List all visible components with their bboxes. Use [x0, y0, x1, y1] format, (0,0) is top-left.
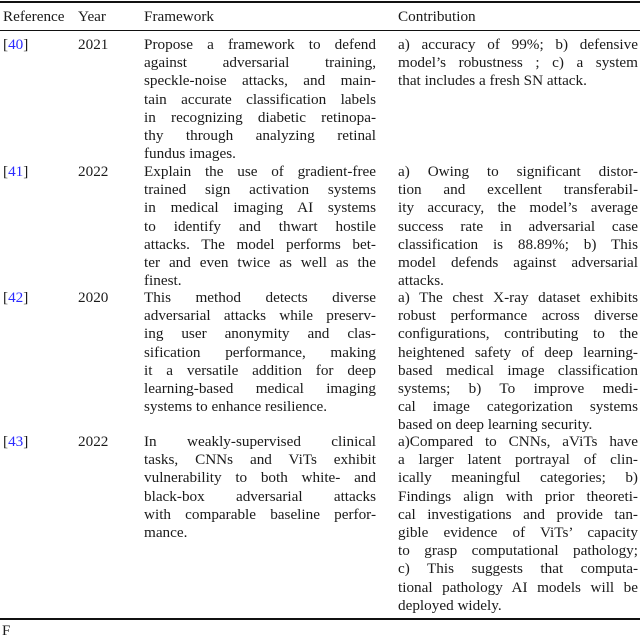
cell-text-line: cal investigations and provide tan- [398, 505, 638, 523]
table-row-framework: Explain the use of gradient-free trained … [144, 163, 376, 290]
cell-text-line: In weakly-supervised clinical [144, 433, 376, 450]
table-row-reference[interactable]: [43] [3, 433, 28, 451]
table-row-reference[interactable]: [42] [3, 289, 28, 307]
cell-text-line: sification performance, making [144, 343, 376, 361]
cell-text-line: based medical image classification [398, 361, 638, 379]
cell-text-line: speckle-noise attacks, and main- [144, 72, 376, 90]
cell-text-line: model defends against adversarial [398, 254, 638, 272]
table-row-year: 2020 [78, 289, 109, 306]
table-row-framework: Propose a framework to defend against adv… [144, 36, 376, 163]
cell-text-line: a)Compared to CNNs, aViTs have [398, 433, 638, 450]
cell-text-line: black-box adversarial attacks [144, 487, 376, 505]
table-row-reference[interactable]: [40] [3, 36, 28, 54]
cell-text-line: Findings align with prior theoreti- [398, 487, 638, 505]
table-header-rule [0, 30, 640, 31]
cell-text-line: success rate in adversarial case [398, 217, 638, 235]
citation-link[interactable]: 42 [8, 289, 23, 306]
cell-text-line: configurations, contributing to the [398, 325, 638, 343]
cell-text-line: that includes a fresh SN attack. [398, 72, 587, 90]
cell-text-line: ing user anonymity and clas- [144, 325, 376, 343]
header-reference: Reference [3, 8, 65, 25]
cell-text-line: systems to enhance resilience. [144, 398, 328, 416]
cell-text-line: trained sign activation systems [144, 181, 376, 199]
header-framework: Framework [144, 8, 215, 25]
cell-text-line: a) accuracy of 99%; b) defensive [398, 36, 638, 53]
cell-text-line: thy through analyzing retinal [144, 127, 376, 145]
table-row-year: 2021 [78, 36, 109, 53]
header-contribution: Contribution [398, 8, 476, 25]
cell-text-line: vulnerability to both white- and [144, 469, 376, 487]
cell-text-line: to grasp computational pathology; [398, 542, 638, 560]
cell-text-line: a) Owing to significant distor- [398, 163, 638, 180]
citation-link[interactable]: 43 [8, 433, 23, 450]
footer-letter: F [2, 623, 11, 639]
cell-text-line: a larger latent portrayal of clin- [398, 451, 638, 469]
table-top-rule [0, 1, 640, 3]
cell-text-line: finest. [144, 272, 182, 290]
cell-text-line: a) The chest X-ray dataset exhibits [398, 289, 638, 306]
cell-text-line: c) This suggests that computa- [398, 560, 638, 578]
cell-text-line: deployed widely. [398, 596, 502, 614]
cell-text-line: to identify and thwart hostile [144, 217, 376, 235]
cell-text-line: ter and even twice as well as the [144, 254, 376, 272]
cell-text-line: heightened safety of deep learning- [398, 343, 638, 361]
table-row-contribution: a) The chest X-ray dataset exhibits robus… [398, 289, 638, 435]
cell-text-line: Propose a framework to defend [144, 36, 376, 53]
cell-text-line: with comparable baseline perfor- [144, 505, 376, 523]
ref-bracket-close: ] [23, 36, 29, 53]
cell-text-line: it a versatile addition for deep [144, 361, 376, 379]
table-row-framework: This method detects diverse adversarial a… [144, 289, 376, 416]
citation-link[interactable]: 40 [8, 36, 23, 53]
cell-text-line: based on deep learning security. [398, 416, 593, 434]
cell-text-line: ity accuracy, the model’s average [398, 199, 638, 217]
cell-text-line: gible evidence of ViTs’ capacity [398, 524, 638, 542]
table-row-contribution: a)Compared to CNNs, aViTs have a larger l… [398, 433, 638, 615]
cell-text-line: tasks, CNNs and ViTs exhibit [144, 451, 376, 469]
cell-text-line: attacks. [398, 272, 444, 290]
cell-text-line: systems; b) To improve medi- [398, 380, 638, 398]
cell-text-line: tain accurate classification labels [144, 90, 376, 108]
header-year: Year [78, 8, 106, 25]
cell-text-line: mance. [144, 524, 188, 542]
cell-text-line: classification is 88.89%; b) This [398, 235, 638, 253]
citation-link[interactable]: 41 [8, 163, 23, 180]
cell-text-line: tion and excellent transferabil- [398, 181, 638, 199]
table-row-contribution: a) accuracy of 99%; b) defensive model’s … [398, 36, 638, 91]
cell-text-line: tional pathology AI models will be [398, 578, 638, 596]
ref-bracket-close: ] [23, 289, 29, 306]
cell-text-line: learning-based medical imaging [144, 380, 376, 398]
table-row-reference[interactable]: [41] [3, 163, 28, 181]
cell-text-line: fundus images. [144, 145, 236, 163]
table-row-year: 2022 [78, 433, 109, 450]
cell-text-line: This method detects diverse [144, 289, 376, 306]
cell-text-line: against adversarial training, [144, 54, 376, 72]
cell-text-line: ically meaningful categories; b) [398, 469, 638, 487]
table-row-framework: In weakly-supervised clinical tasks, CNNs… [144, 433, 376, 542]
cell-text-line: Explain the use of gradient-free [144, 163, 376, 180]
table-row-contribution: a) Owing to significant distor-tion and … [398, 163, 638, 290]
cell-text-line: robust performance across diverse [398, 307, 638, 325]
cell-text-line: attacks. The model performs bet- [144, 235, 376, 253]
table-row-year: 2022 [78, 163, 109, 180]
cell-text-line: model’s robustness ; c) a system [398, 54, 638, 72]
ref-bracket-close: ] [23, 163, 29, 180]
cell-text-line: adversarial attacks while preserv- [144, 307, 376, 325]
cell-text-line: cal image categorization systems [398, 398, 638, 416]
cell-text-line: in recognizing diabetic retinopa- [144, 108, 376, 126]
table-bottom-rule [0, 618, 640, 620]
cell-text-line: in medical imaging AI systems [144, 199, 376, 217]
ref-bracket-close: ] [23, 433, 29, 450]
